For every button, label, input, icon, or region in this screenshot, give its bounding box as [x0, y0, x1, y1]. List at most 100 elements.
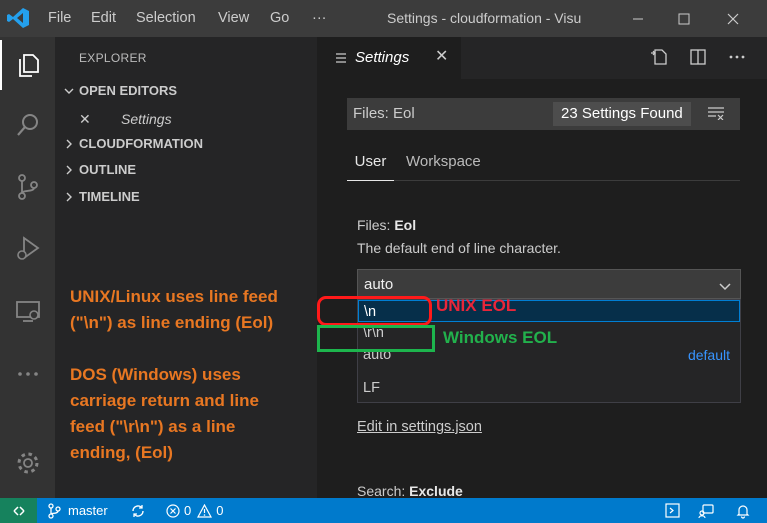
explorer-button[interactable] — [0, 40, 55, 90]
setting-category: Files: — [357, 217, 395, 233]
window-title: Settings - cloudformation - Visu — [387, 10, 582, 26]
section-cloudformation[interactable]: CLOUDFORMATION — [55, 131, 317, 157]
remote-indicator-button[interactable] — [0, 498, 37, 523]
chevron-right-icon — [61, 184, 77, 210]
unix-eol-highlight — [317, 296, 432, 326]
menu-edit[interactable]: Edit — [91, 0, 116, 37]
menu-view[interactable]: View — [218, 0, 249, 37]
eol-select[interactable]: auto — [357, 269, 741, 299]
error-icon — [166, 503, 180, 518]
remote-icon — [12, 505, 25, 516]
section-label: CLOUDFORMATION — [79, 136, 203, 151]
clear-filter-button[interactable] — [707, 106, 725, 125]
more-actions-button[interactable] — [727, 47, 747, 67]
notifications-button[interactable] — [735, 498, 751, 523]
menu-file[interactable]: File — [48, 0, 71, 37]
annotation-dos-line2: carriage return and line — [70, 391, 259, 410]
more-views-button[interactable] — [0, 349, 55, 399]
section-outline[interactable]: OUTLINE — [55, 157, 317, 183]
clear-filter-icon — [708, 107, 724, 121]
setting-title: Files: Eol — [357, 217, 416, 233]
status-bar: master 0 0 — [0, 498, 767, 523]
section-open-editors[interactable]: OPEN EDITORS — [55, 78, 317, 104]
git-branch-icon — [48, 502, 61, 519]
next-setting-title: Search: Exclude — [357, 483, 463, 499]
vscode-logo-icon — [6, 7, 30, 29]
split-editor-icon — [690, 49, 706, 65]
tab-label: Settings — [355, 49, 410, 66]
chevron-down-icon — [718, 279, 732, 297]
edit-in-settings-json-link[interactable]: Edit in settings.json — [357, 419, 482, 435]
section-label: TIMELINE — [79, 189, 140, 204]
minimize-icon — [633, 18, 643, 19]
menu-selection[interactable]: Selection — [136, 0, 196, 37]
source-control-button[interactable] — [0, 162, 55, 212]
split-editor-button[interactable] — [688, 47, 708, 67]
remote-explorer-button[interactable] — [0, 287, 55, 337]
open-editor-settings[interactable]: ✕ Settings — [55, 107, 317, 131]
settings-file-icon — [335, 51, 347, 69]
ellipsis-icon — [17, 372, 38, 376]
default-badge: default — [687, 347, 730, 363]
annotation-dos-line4: ending, (Eol) — [70, 443, 173, 462]
next-setting-name: Exclude — [409, 483, 463, 499]
annotation-unix-line2: ("\n") as line ending (Eol) — [70, 313, 274, 332]
minimize-button[interactable] — [615, 0, 661, 37]
run-debug-icon — [16, 236, 40, 260]
tab-bar: Settings ✕ — [317, 37, 767, 79]
option-description: LF — [363, 380, 380, 396]
maximize-button[interactable] — [661, 0, 707, 37]
bell-icon — [736, 504, 750, 519]
manage-button[interactable] — [0, 438, 55, 488]
problems-indicator[interactable]: 0 0 — [166, 498, 223, 523]
sync-button[interactable] — [130, 498, 146, 523]
tab-settings[interactable]: Settings ✕ — [317, 37, 461, 79]
setting-description: The default end of line character. — [357, 240, 561, 256]
menu-go[interactable]: Go — [270, 0, 289, 37]
section-label: OPEN EDITORS — [79, 83, 178, 98]
terminal-icon — [665, 503, 680, 518]
windows-eol-highlight — [317, 325, 435, 352]
error-count: 0 — [184, 503, 192, 518]
close-icon — [727, 13, 739, 24]
editor-area: Settings ✕ Files: Eol 23 Settings Found — [317, 37, 767, 499]
close-editor-icon[interactable]: ✕ — [79, 107, 91, 131]
windows-eol-label: Windows EOL — [443, 328, 558, 347]
close-window-button[interactable] — [710, 0, 756, 37]
settings-found-badge: 23 Settings Found — [553, 102, 691, 126]
run-debug-button[interactable] — [0, 224, 55, 274]
open-settings-json-button[interactable] — [649, 47, 669, 67]
open-editor-label: Settings — [121, 111, 172, 127]
tab-workspace[interactable]: Workspace — [406, 153, 481, 181]
remote-explorer-icon — [15, 301, 40, 322]
close-tab-icon[interactable]: ✕ — [435, 46, 448, 66]
section-label: OUTLINE — [79, 162, 137, 177]
branch-indicator[interactable]: master — [47, 498, 108, 523]
annotation-dos-line3: feed ("\r\n") as a line — [70, 417, 236, 436]
annotation-dos-line1: DOS (Windows) uses — [70, 365, 241, 384]
menu-more[interactable]: ··· — [312, 0, 327, 37]
chevron-down-icon — [61, 78, 77, 104]
warning-count: 0 — [216, 503, 224, 518]
search-button[interactable] — [0, 100, 55, 150]
eol-selected-value: auto — [364, 276, 394, 293]
settings-search-input[interactable]: Files: Eol 23 Settings Found — [347, 98, 740, 130]
terminal-button[interactable] — [665, 498, 680, 523]
maximize-icon — [678, 13, 690, 24]
feedback-button[interactable] — [698, 498, 714, 523]
next-setting-category: Search: — [357, 483, 410, 499]
warning-icon — [197, 503, 213, 518]
sync-icon — [132, 504, 144, 517]
annotation-unix-line1: UNIX/Linux uses line feed — [70, 287, 278, 306]
tab-user[interactable]: User — [347, 153, 394, 181]
ellipsis-icon — [729, 55, 745, 59]
source-control-icon — [17, 174, 38, 200]
branch-name: master — [68, 503, 108, 518]
feedback-icon — [698, 503, 714, 518]
section-timeline[interactable]: TIMELINE — [55, 184, 317, 210]
title-bar: File Edit Selection View Go ··· Settings… — [0, 0, 767, 37]
chevron-right-icon — [61, 157, 77, 183]
setting-name: Eol — [394, 217, 417, 233]
open-file-icon — [651, 49, 667, 65]
unix-eol-label: UNIX EOL — [436, 296, 517, 315]
